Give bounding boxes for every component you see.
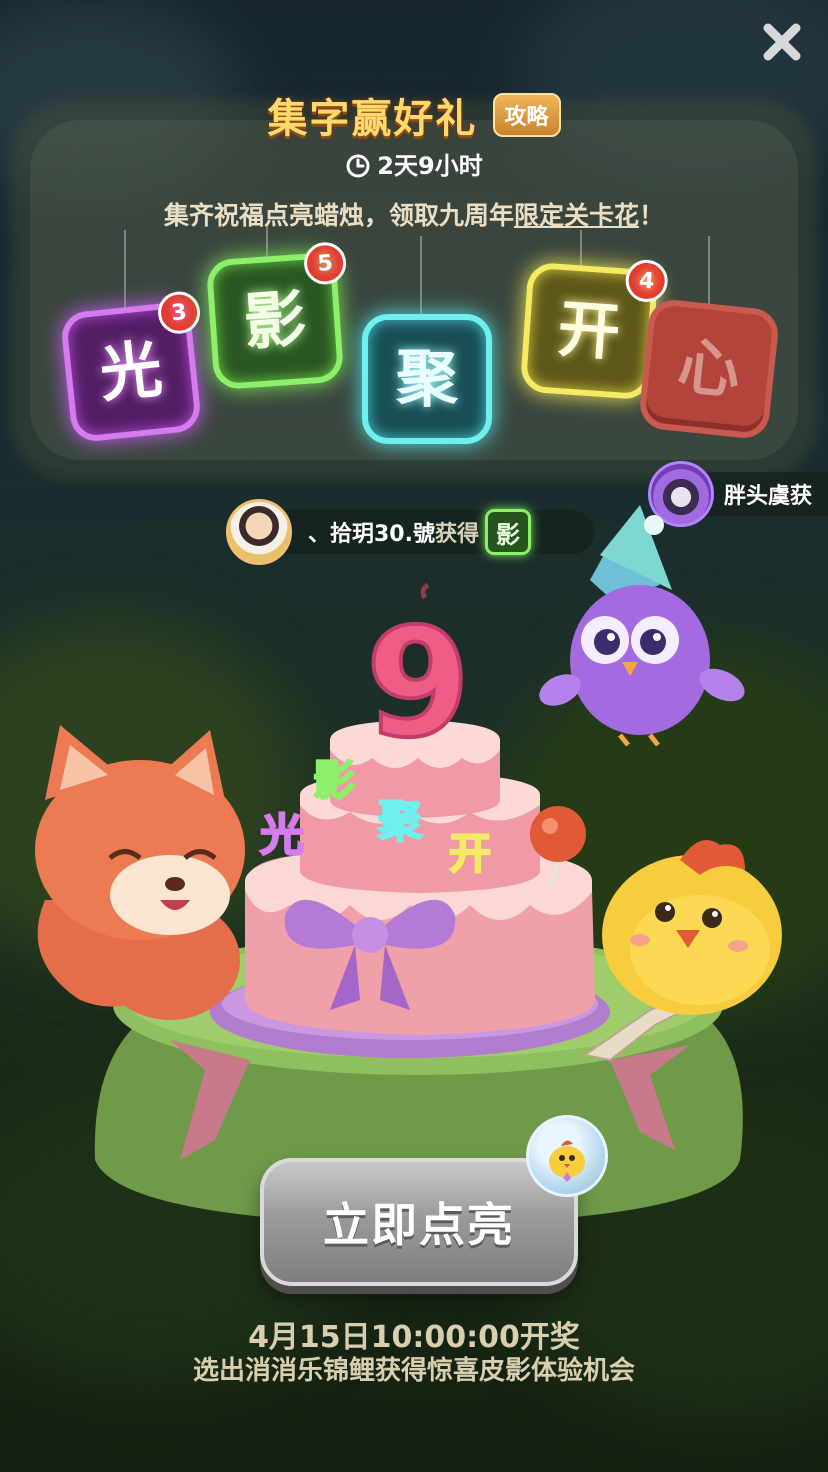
subtitle-prefix: 集齐祝福点亮蜡烛，领取九周年	[163, 201, 514, 230]
chick-icon	[549, 1140, 585, 1182]
feed-action: 获得	[434, 522, 479, 547]
close-button[interactable]	[758, 18, 806, 66]
event-screen: 集字赢好礼 攻略 2天9小时 集齐祝福点亮蜡烛，领取九周年限定关卡花！ 光 3 …	[0, 0, 828, 1472]
close-icon	[763, 23, 801, 61]
char-tile-kai[interactable]: 开 4	[519, 258, 670, 401]
feed-item: 、拾玥30.號 获得 影	[226, 499, 594, 565]
avatar	[226, 499, 292, 565]
tile-char: 光	[96, 331, 166, 412]
clock-icon	[346, 154, 370, 178]
feed-user: 胖头虞获	[724, 484, 813, 509]
tile-char: 聚	[395, 342, 458, 415]
tile-char: 影	[241, 281, 309, 360]
draw-description: 选出消消乐锦鲤获得惊喜皮影体验机会	[192, 1356, 635, 1386]
tile-string	[124, 230, 126, 310]
tile-string	[420, 236, 422, 316]
tile-char: 开	[555, 291, 623, 370]
guide-button[interactable]: 攻略	[492, 93, 561, 137]
feed-char-tile: 影	[485, 509, 531, 555]
event-title: 集字赢好礼	[267, 96, 478, 142]
limited-flower-link[interactable]: 限定关卡花	[514, 201, 639, 230]
chick-bubble	[526, 1115, 608, 1197]
tile-string	[580, 230, 582, 270]
char-tile-guang[interactable]: 光 3	[59, 289, 203, 444]
char-tile-ju[interactable]: 聚	[362, 314, 492, 444]
title-row: 集字赢好礼 攻略	[0, 86, 828, 146]
char-tile-xin[interactable]: 心	[637, 297, 781, 441]
light-up-label: 立即点亮	[323, 1198, 515, 1252]
event-subtitle: 集齐祝福点亮蜡烛，领取九周年限定关卡花！	[0, 196, 828, 232]
countdown-timer: 2天9小时	[0, 146, 828, 181]
avatar	[648, 461, 714, 527]
feed-user: 、拾玥30.號	[308, 522, 435, 547]
char-tile-ying[interactable]: 影 5	[205, 240, 348, 391]
tile-char: 心	[674, 328, 744, 409]
countdown-text: 2天9小时	[377, 152, 483, 180]
subtitle-suffix: ！	[639, 201, 665, 230]
feed-item: 胖头虞获	[648, 461, 828, 527]
tile-string	[708, 236, 710, 306]
